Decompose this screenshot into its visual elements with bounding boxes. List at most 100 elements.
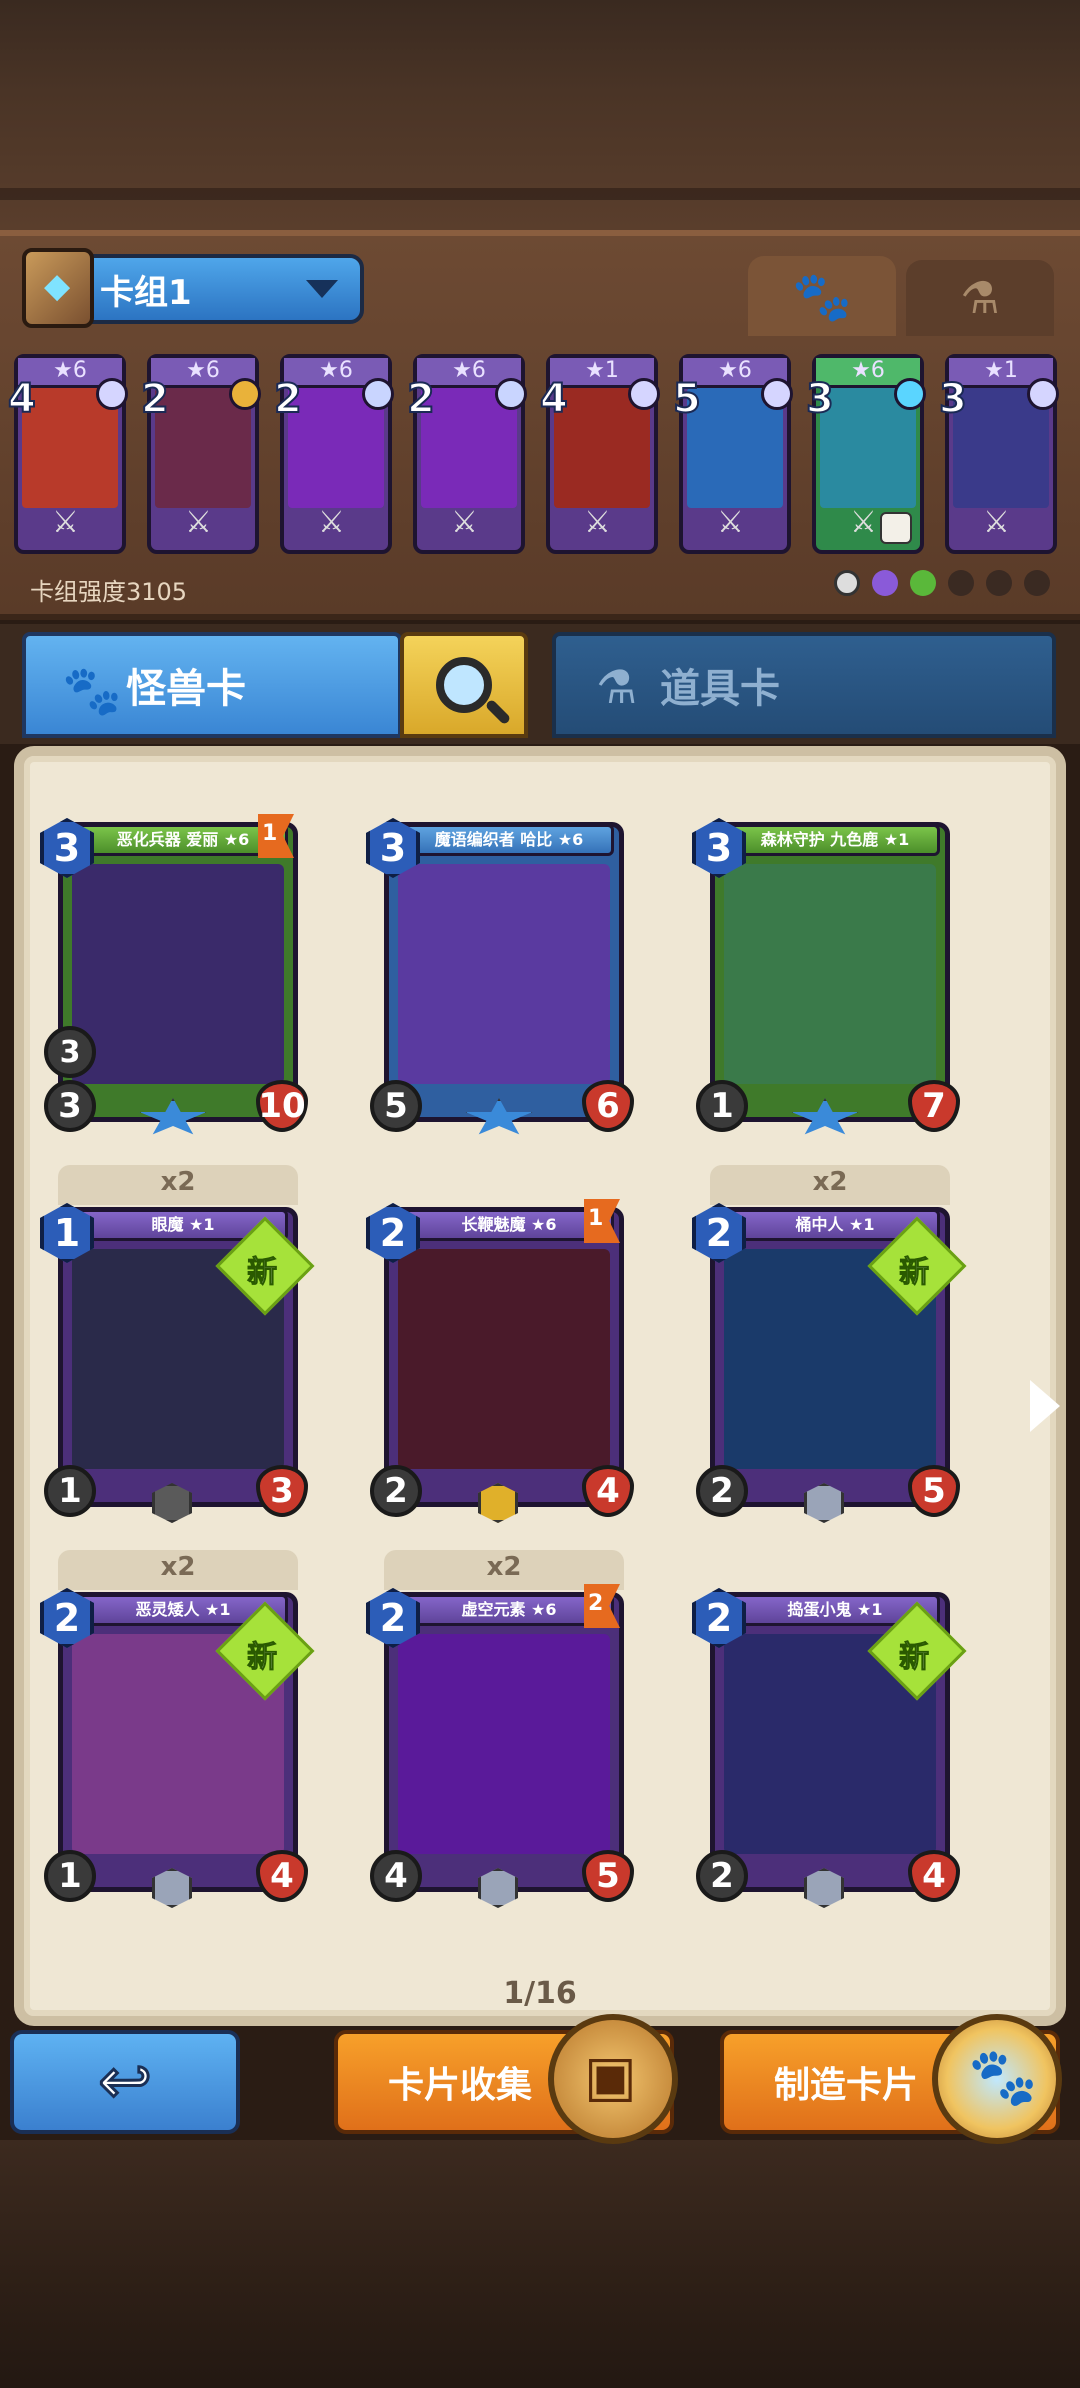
- duplicate-count: x2: [160, 1552, 196, 1582]
- chevron-down-icon: [306, 280, 338, 298]
- tab-monster-label: 怪兽卡: [126, 666, 246, 712]
- paw-icon-tab[interactable]: 🐾: [748, 256, 896, 336]
- rarity-gem-icon: [96, 378, 128, 410]
- deck-card[interactable]: ★6 3 ⚔: [805, 354, 926, 554]
- potion-icon: ⚗: [596, 660, 638, 714]
- dice-icon: [880, 512, 912, 544]
- card-collection-label: 卡片收集: [388, 2065, 533, 2106]
- sword-icon: ⚔: [717, 505, 744, 540]
- card-art: [724, 864, 936, 1084]
- potion-icon: ⚗: [960, 272, 1000, 324]
- paw-icon: 🐾: [62, 663, 122, 719]
- green-filter-icon[interactable]: [910, 570, 936, 596]
- health-stat: 10: [256, 1080, 308, 1132]
- rarity-gem-icon: [894, 378, 926, 410]
- collection-card[interactable]: x2 虚空元素 ★6 24 5 2: [366, 1550, 634, 1908]
- collection-card[interactable]: 森林守护 九色鹿 ★1 31 7: [692, 816, 960, 1135]
- tab-item-label: 道具卡: [660, 666, 780, 712]
- attack-stat: 1: [44, 1465, 96, 1517]
- attack-stat: 4: [370, 1850, 422, 1902]
- page-indicator: 1/16: [503, 1976, 577, 2011]
- purple-filter-icon[interactable]: [872, 570, 898, 596]
- card-art: [398, 864, 610, 1084]
- collection-card[interactable]: x2 眼魔 ★1 11 3 新: [40, 1165, 315, 1523]
- card-name: 恶化兵器 爱丽 ★6: [78, 824, 288, 856]
- dark-filter-icon-2[interactable]: [986, 570, 1012, 596]
- duplicate-count: x2: [486, 1552, 522, 1582]
- dark-filter-icon-3[interactable]: [1024, 570, 1050, 596]
- sword-icon: ⚔: [318, 505, 345, 540]
- attack-stat: 5: [370, 1080, 422, 1132]
- sword-icon: ⚔: [451, 505, 478, 540]
- card-name: 魔语编织者 哈比 ★6: [404, 824, 614, 856]
- health-stat: 7: [908, 1080, 960, 1132]
- sword-icon: ⚔: [850, 505, 877, 540]
- craft-card-label: 制造卡片: [774, 2065, 919, 2106]
- dice-stat: 3: [44, 1026, 96, 1078]
- next-page-arrow[interactable]: [1030, 1380, 1060, 1432]
- collection-card[interactable]: 恶化兵器 爱丽 ★6 333 10 1: [40, 814, 308, 1135]
- card-cost: 2: [273, 375, 303, 423]
- deck-card[interactable]: ★6 4 ⚔: [7, 354, 128, 554]
- duplicate-count: x2: [160, 1167, 196, 1197]
- deck-card[interactable]: ★6 5 ⚔: [672, 354, 793, 554]
- collection-card[interactable]: 长鞭魅魔 ★6 22 4 1: [366, 1199, 634, 1523]
- tab-monster-cards[interactable]: 🐾 怪兽卡: [22, 632, 402, 738]
- sword-icon: ⚔: [983, 505, 1010, 540]
- card-cost: 4: [7, 375, 37, 423]
- deck-card[interactable]: ★1 4 ⚔: [539, 354, 660, 554]
- rarity-gem-icon: [628, 378, 660, 410]
- tab-item-cards[interactable]: ⚗ 道具卡: [552, 632, 1056, 738]
- health-stat: 4: [582, 1465, 634, 1517]
- health-stat: 5: [908, 1465, 960, 1517]
- health-stat: 4: [256, 1850, 308, 1902]
- deck-card[interactable]: ★6 2 ⚔: [273, 354, 394, 554]
- deck-card[interactable]: ★6 2 ⚔: [140, 354, 261, 554]
- deck-selector-label: 卡组1: [100, 272, 192, 313]
- back-button[interactable]: ↩: [10, 2030, 240, 2134]
- sword-icon: ⚔: [185, 505, 212, 540]
- card-art: [398, 1249, 610, 1469]
- attack-stat: 3: [44, 1080, 96, 1132]
- attack-stat: 2: [696, 1850, 748, 1902]
- rarity-gem-icon: [362, 378, 394, 410]
- paw-icon: 🐾: [792, 268, 852, 325]
- deck-card[interactable]: ★6 2 ⚔: [406, 354, 527, 554]
- health-stat: 5: [582, 1850, 634, 1902]
- back-arrow-icon: ↩: [97, 2044, 154, 2121]
- potion-icon-tab[interactable]: ⚗: [906, 260, 1054, 336]
- new-badge-label: 新: [899, 1639, 930, 1675]
- card-cost: 3: [938, 375, 968, 423]
- rarity-gem-icon: [1027, 378, 1059, 410]
- card-collection-board: 恶化兵器 爱丽 ★6 333 10 1 魔语编织者 哈比 ★6 35 6 森林守…: [14, 746, 1066, 2026]
- card-album-icon[interactable]: ▣: [548, 2014, 678, 2144]
- circle-filter-icon[interactable]: [834, 570, 860, 596]
- health-stat: 3: [256, 1465, 308, 1517]
- health-stat: 6: [582, 1080, 634, 1132]
- collection-card[interactable]: 捣蛋小鬼 ★1 22 4 新: [692, 1586, 967, 1908]
- card-cost: 5: [672, 375, 702, 423]
- rarity-gem-icon: [761, 378, 793, 410]
- new-badge-label: 新: [247, 1254, 278, 1290]
- attack-stat: 1: [696, 1080, 748, 1132]
- sword-icon: ⚔: [584, 505, 611, 540]
- card-cost: 3: [805, 375, 835, 423]
- craft-jar-icon[interactable]: 🐾: [932, 2014, 1062, 2144]
- new-badge-label: 新: [899, 1254, 930, 1290]
- paw-jar-icon: 🐾: [968, 2045, 1038, 2110]
- dark-filter-icon[interactable]: [948, 570, 974, 596]
- deck-card[interactable]: ★1 3 ⚔: [938, 354, 1059, 554]
- card-art: [398, 1634, 610, 1854]
- collection-card[interactable]: x2 恶灵矮人 ★1 21 4 新: [40, 1550, 315, 1908]
- health-stat: 4: [908, 1850, 960, 1902]
- new-badge-label: 新: [247, 1639, 278, 1675]
- collection-card[interactable]: x2 桶中人 ★1 22 5 新: [692, 1165, 967, 1523]
- attack-stat: 1: [44, 1850, 96, 1902]
- card-cost: 4: [539, 375, 569, 423]
- card-name: 虚空元素 ★6: [404, 1594, 614, 1626]
- collection-card[interactable]: 魔语编织者 哈比 ★6 35 6: [366, 816, 634, 1135]
- search-button[interactable]: [400, 632, 528, 738]
- card-name: 森林守护 九色鹿 ★1: [730, 824, 940, 856]
- deck-selector[interactable]: 卡组1: [22, 248, 364, 328]
- attack-stat: 2: [370, 1465, 422, 1517]
